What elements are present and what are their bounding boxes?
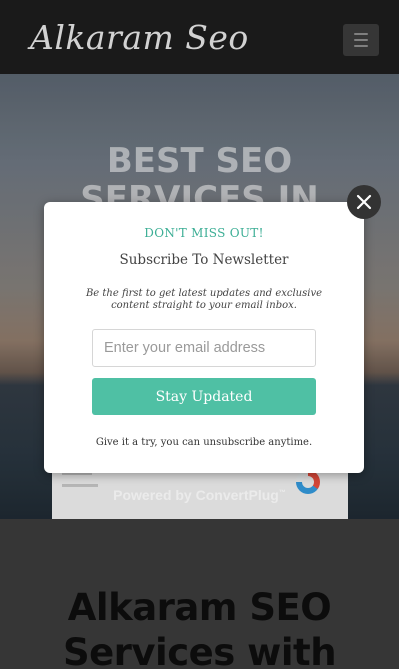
page: Alkaram Seo BEST SEO SERVICES IN Powered… xyxy=(0,0,399,669)
close-icon xyxy=(356,194,372,210)
modal-close-button[interactable] xyxy=(347,185,381,219)
modal-title: Subscribe To Newsletter xyxy=(119,252,289,268)
email-field[interactable] xyxy=(92,329,316,367)
modal-heading: DON'T MISS OUT! xyxy=(144,226,264,240)
newsletter-modal: DON'T MISS OUT! Subscribe To Newsletter … xyxy=(44,202,364,473)
unsubscribe-note: Give it a try, you can unsubscribe anyti… xyxy=(95,437,313,448)
stay-updated-button[interactable]: Stay Updated xyxy=(92,378,316,415)
modal-description: Be the first to get latest updates and e… xyxy=(85,288,323,311)
